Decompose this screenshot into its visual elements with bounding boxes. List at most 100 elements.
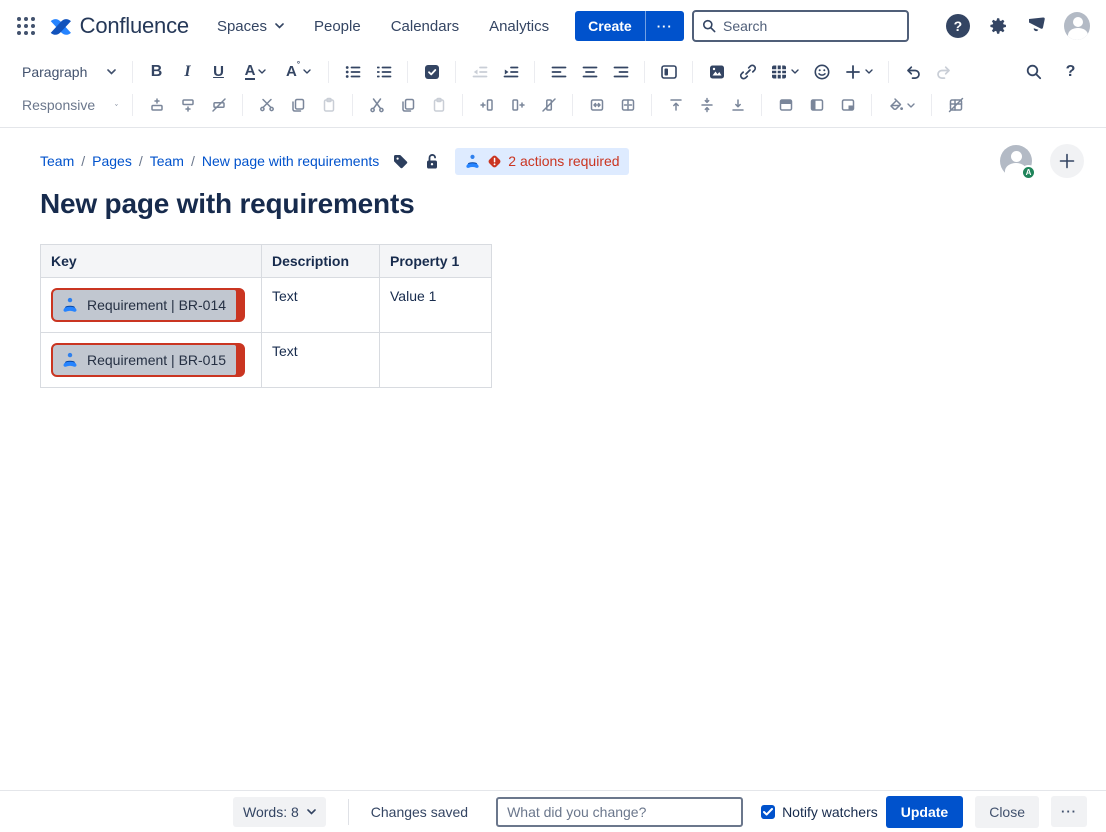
insert-more-button[interactable] (840, 59, 878, 85)
copy-button[interactable] (395, 92, 421, 118)
notifications-button[interactable] (1024, 13, 1050, 39)
global-search[interactable] (692, 10, 909, 42)
toolbar-separator (871, 94, 872, 116)
align-cell-top-button[interactable] (663, 92, 689, 118)
align-right-button[interactable] (608, 59, 634, 85)
property1-cell[interactable]: Value 1 (380, 278, 492, 333)
property1-cell[interactable] (380, 333, 492, 388)
column-header-description[interactable]: Description (262, 245, 380, 278)
table-mode-dropdown[interactable]: Responsive (20, 93, 124, 117)
paste-row-button[interactable] (316, 92, 342, 118)
page-layout-button[interactable] (656, 59, 682, 85)
search-input[interactable] (723, 18, 899, 34)
add-row-above-button[interactable] (144, 92, 170, 118)
undo-button[interactable] (900, 59, 926, 85)
key-cell[interactable]: Requirement | BR-015 (41, 333, 262, 388)
create-button[interactable]: Create (575, 11, 645, 41)
breadcrumb-current-page[interactable]: New page with requirements (202, 153, 379, 169)
labels-button[interactable] (389, 150, 411, 172)
update-button[interactable]: Update (886, 796, 963, 828)
align-cell-bottom-button[interactable] (725, 92, 751, 118)
align-left-button[interactable] (546, 59, 572, 85)
add-column-right-button[interactable] (505, 92, 531, 118)
collaborator-avatar[interactable]: A (1000, 145, 1032, 177)
toolbar-separator (534, 61, 535, 83)
invite-button[interactable] (1050, 144, 1084, 178)
requirement-key-label: Requirement | BR-014 (87, 297, 226, 313)
nav-item-analytics[interactable]: Analytics (489, 18, 549, 35)
insert-image-button[interactable] (704, 59, 730, 85)
close-button[interactable]: Close (975, 796, 1039, 828)
nav-item-calendars[interactable]: Calendars (391, 18, 459, 35)
align-center-button[interactable] (577, 59, 603, 85)
header-column-button[interactable] (804, 92, 830, 118)
restrictions-button[interactable] (421, 150, 443, 172)
underline-button[interactable]: U (206, 59, 232, 85)
bullet-list-button[interactable] (340, 59, 366, 85)
find-replace-button[interactable] (1021, 59, 1047, 85)
text-styles-button[interactable]: A° (280, 59, 318, 85)
split-cells-button[interactable] (615, 92, 641, 118)
delete-row-button[interactable] (206, 92, 232, 118)
app-switcher-icon[interactable] (12, 12, 40, 40)
editor-content[interactable]: Team / Pages / Team / New page with requ… (0, 128, 1106, 388)
requirement-macro-br-015[interactable]: Requirement | BR-015 (51, 343, 245, 377)
profile-button[interactable] (1064, 13, 1090, 39)
requirement-macro-br-014[interactable]: Requirement | BR-014 (51, 288, 245, 322)
editor-help-button[interactable]: ? (1058, 59, 1084, 85)
toolbar-row-table: Responsive (20, 89, 1086, 121)
create-more-button[interactable]: ··· (645, 11, 684, 41)
chevron-down-icon (307, 809, 316, 815)
outdent-button[interactable] (467, 59, 493, 85)
help-button[interactable]: ? (945, 13, 971, 39)
breadcrumb-team[interactable]: Team (40, 153, 74, 169)
description-cell[interactable]: Text (262, 278, 380, 333)
add-column-left-button[interactable] (474, 92, 500, 118)
page-layout-icon (660, 63, 678, 81)
requirements-status-badge[interactable]: 2 actions required (455, 148, 628, 175)
insert-link-button[interactable] (735, 59, 761, 85)
insert-table-icon (770, 63, 788, 81)
task-list-button[interactable] (419, 59, 445, 85)
notify-watchers-toggle[interactable]: Notify watchers (761, 804, 878, 820)
numbered-list-button[interactable] (371, 59, 397, 85)
delete-column-button[interactable] (536, 92, 562, 118)
insert-table-button[interactable] (766, 59, 804, 85)
paragraph-style-dropdown[interactable]: Paragraph (20, 60, 124, 84)
redo-button[interactable] (931, 59, 957, 85)
copy-row-button[interactable] (285, 92, 311, 118)
align-center-icon (581, 63, 599, 81)
add-row-below-button[interactable] (175, 92, 201, 118)
align-cell-middle-button[interactable] (694, 92, 720, 118)
editor-footer: Words: 8 Changes saved Notify watchers U… (0, 790, 1106, 832)
requirements-table[interactable]: Key Description Property 1 (40, 244, 492, 388)
nav-item-people[interactable]: People (314, 18, 361, 35)
version-comment-input[interactable] (496, 797, 743, 827)
breadcrumb-pages[interactable]: Pages (92, 153, 132, 169)
nav-item-spaces[interactable]: Spaces (217, 18, 284, 35)
description-cell[interactable]: Text (262, 333, 380, 388)
italic-button[interactable]: I (175, 59, 201, 85)
header-cell-button[interactable] (835, 92, 861, 118)
page-title[interactable]: New page with requirements (40, 188, 1086, 220)
column-header-property1[interactable]: Property 1 (380, 245, 492, 278)
header-row-button[interactable] (773, 92, 799, 118)
cut-row-button[interactable] (254, 92, 280, 118)
bold-button[interactable]: B (144, 59, 170, 85)
footer-more-button[interactable]: ··· (1051, 796, 1087, 827)
confluence-logo[interactable]: Confluence (48, 13, 189, 39)
indent-button[interactable] (498, 59, 524, 85)
remove-table-button[interactable] (943, 92, 969, 118)
key-cell[interactable]: Requirement | BR-014 (41, 278, 262, 333)
cell-fill-color-button[interactable] (883, 92, 921, 118)
chevron-down-icon (907, 103, 915, 108)
cut-button[interactable] (364, 92, 390, 118)
merge-cells-button[interactable] (584, 92, 610, 118)
settings-button[interactable] (985, 13, 1011, 39)
column-header-key[interactable]: Key (41, 245, 262, 278)
breadcrumb-team-2[interactable]: Team (150, 153, 184, 169)
word-count-dropdown[interactable]: Words: 8 (233, 797, 326, 827)
paste-button[interactable] (426, 92, 452, 118)
emoji-button[interactable] (809, 59, 835, 85)
text-color-button[interactable]: A (237, 59, 275, 85)
